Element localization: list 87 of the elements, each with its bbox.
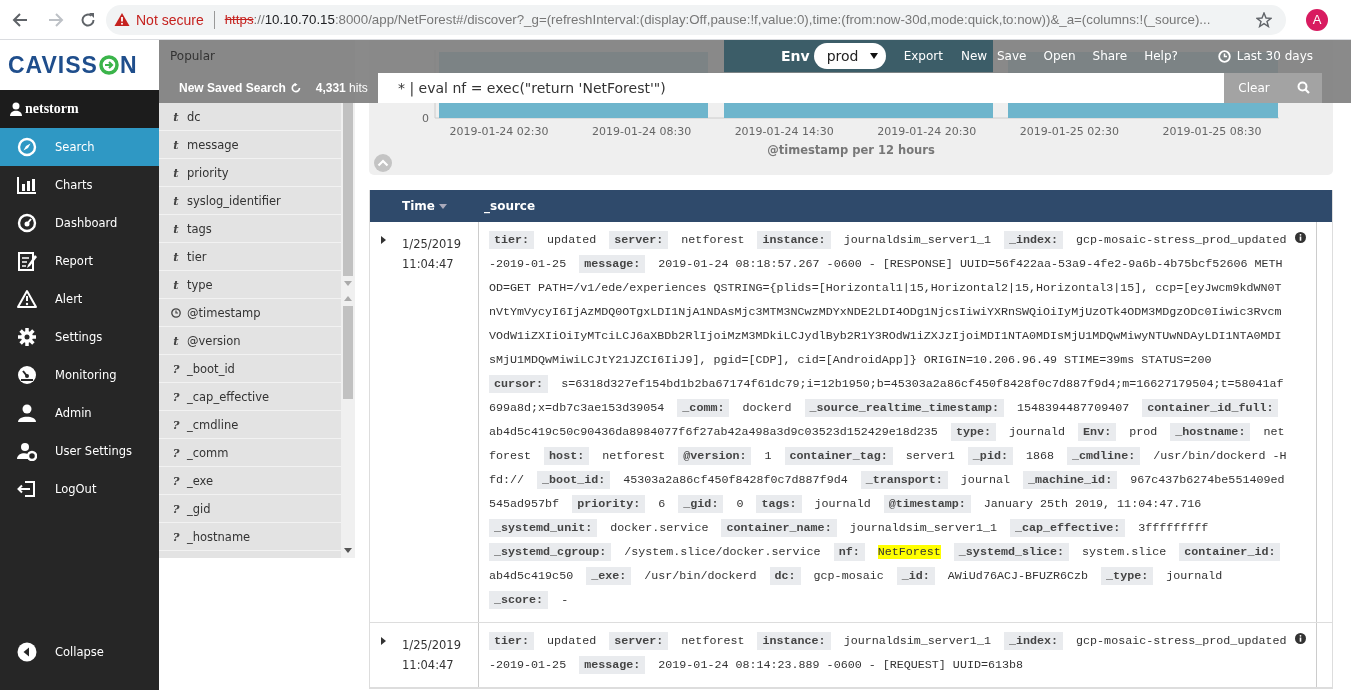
- logo-text: CAVISS: [8, 51, 98, 79]
- time-cell-text: 1/25/2019 11:04:47: [402, 236, 462, 273]
- nav-item[interactable]: Alert: [0, 280, 159, 318]
- notepad-icon: [17, 251, 37, 271]
- nav-item[interactable]: User Settings: [0, 432, 159, 470]
- security-label[interactable]: Not secure: [136, 11, 204, 28]
- collapse-icon: [17, 642, 37, 662]
- column-header[interactable]: _source: [478, 199, 536, 213]
- search-icon: [1296, 81, 1310, 94]
- avatar[interactable]: A: [1306, 8, 1328, 31]
- column-header[interactable]: Time: [370, 199, 478, 213]
- person-gear-icon: [17, 441, 37, 461]
- scroll-down-icon[interactable]: [343, 547, 353, 555]
- reload-icon[interactable]: [80, 11, 96, 28]
- user-name: netstorm: [25, 101, 79, 117]
- warning-icon: [114, 12, 130, 27]
- collapse-button[interactable]: Collapse: [0, 633, 159, 671]
- field-type-label: t: [172, 165, 180, 180]
- toolbar-link[interactable]: Share: [1092, 49, 1128, 63]
- axis-title: @timestamp per 12 hours: [767, 143, 935, 157]
- axis-tick-label: 2019-01-25 02:30: [1019, 125, 1119, 138]
- star-icon[interactable]: [1256, 11, 1272, 28]
- search-button[interactable]: [1284, 72, 1322, 103]
- field-type-label: t: [172, 277, 180, 292]
- env-dropdown[interactable]: prod: [813, 43, 886, 69]
- speedometer-icon: [17, 365, 37, 385]
- env-label: Env: [781, 48, 810, 64]
- nav-item[interactable]: Charts: [0, 166, 159, 204]
- person-icon: [17, 403, 37, 423]
- sort-caret-icon: [438, 203, 447, 209]
- warning-icon: [17, 289, 37, 309]
- gear-icon: [17, 327, 37, 347]
- nav-item[interactable]: Dashboard: [0, 204, 159, 242]
- nav-item[interactable]: LogOut: [0, 470, 159, 508]
- axis-tick-label: 2019-01-24 08:30: [592, 125, 692, 138]
- caret-icon: [869, 53, 878, 59]
- document-source-text: tier: updated server: netforest instance: journaldsim_server1_1 _index: gcp-mosaic-stress_prod_updated-2019-01-25 message: 2019-01-24 08:18:57.267 -0600 - [RESPONSE] UUID=56f422aa-53a9-4fe2-9a6b-4b75bcf52606 METHOD=GET PATH=/v1/ede/experiences QSTRING={plids=[Horizontal1|15,Horizontal2|15,Horizontal3|15], ccp=[eyJwcm9kdWN0TnVtYmVycyI6IjAzMDQ0OTgxLDI1NjA1NDAsMjc3MTM3NCwzMDYxNDE2LDI4ODg1NjcsIiwiYXRnSWQiOiIyMjUzOTk4ODM3MDgzODc0Iiwic3RvcmVOdW1iZXIiOiIyMTciLCJ6aXBDb2RlIjoiMzM3MDkiLCJydlByb2R1Y3ROdW1iZXJzIjoiMDI1NTA0MDIsMjU1MDQwMiwyNTUwNDAyLDI1NTA0MDIsMjU1MDQwMiwiLCJtY21JZCI6IiJ9], pgid=[CDP], cid=[AndroidApp]} ORIGIN=10.206.96.49 STIME=39ms STATUS=200 cursor: s=6318d327ef154bd1b2ba67174f61dc79;i=12b1950;b=45303a2a86cf450f8428f0c7d887f9d4;m=16627179504;t=58041af699a8d;x=db7c3ae153d39054 _comm: dockerd _source_realtime_timestamp: 1548394487709407 container_id_full: ab4d5c419c50c90436da8984077f6f27ab42a498a3d9c03523d152429e18d235 type: journald Env: prod _hostname: netforest host: netforest @version: 1 container_tag: server1 _pid: 1868 _cmdline: /usr/bin/dockerd -H fd:// _boot_id: 45303a2a86cf450f8428f0c7d887f9d4 _transport: journal _machine_id: 967c437b6274be551409ed545ad957bf priority: 6 _gid: 0 tags: journald @timestamp: January 25th 2019, 11:04:47.716 _systemd_unit: docker.service container_name: journaldsim_server1_1 _cap_effective: 3fffffffff _systemd_cgroup: /system.slice/docker.service nf: NetForest _systemd_slice: system.slice container_id: ab4d5c419c50 _exe: /usr/bin/dockerd dc: gcp-mosaic _id: AWiUd76ACJ-BFUZR6Czb _type: journald _score: -: [489, 230, 1287, 611]
- field-type-label: ?: [171, 389, 181, 404]
- bar-chart-icon: [17, 175, 37, 195]
- nav-item[interactable]: Settings: [0, 318, 159, 356]
- hit-count: 4,331 hits: [315, 80, 368, 95]
- field-type-label: t: [172, 221, 180, 236]
- field-type-label: t: [172, 333, 180, 348]
- field-type-label: ?: [171, 445, 181, 460]
- arrow-circle-icon: [98, 55, 119, 75]
- clock-icon: [171, 307, 181, 318]
- compass-icon: [17, 137, 37, 157]
- time-picker[interactable]: Last 30 days: [1217, 49, 1313, 63]
- toolbar-link[interactable]: Save: [997, 49, 1027, 63]
- field-type-label: ?: [171, 501, 181, 516]
- field-group-heading: Popular: [169, 49, 216, 63]
- back-icon[interactable]: [12, 11, 28, 28]
- field-type-label: ?: [171, 529, 181, 544]
- document-source-text: tier: updated server: netforest instance: journaldsim_server1_1 _index: gcp-mosaic-stress_prod_updated-2019-01-25 message: 2019-01-24 08:14:23.889 -0600 - [REQUEST] UUID=613b8: [489, 631, 1287, 676]
- gauge-icon: [17, 213, 37, 233]
- refresh-icon[interactable]: [290, 82, 301, 93]
- saved-search-title: New Saved Search: [179, 80, 286, 95]
- nav-item[interactable]: Monitoring: [0, 356, 159, 394]
- axis-tick-label: 0: [422, 112, 429, 125]
- user-icon: [10, 102, 22, 116]
- toolbar-link[interactable]: Help?: [1144, 49, 1178, 63]
- field-type-label: ?: [171, 361, 181, 376]
- field-type-label: t: [172, 109, 180, 124]
- logo-text: N: [119, 51, 138, 79]
- nav-item[interactable]: Report: [0, 242, 159, 280]
- nav-item[interactable]: Admin: [0, 394, 159, 432]
- url-text[interactable]: https://10.10.70.15:8000/app/NetForest#/discover?_g=(refreshInterval:(display:Off,pause:!f,value:0),time:(from:now-30d,mode:quick,to:now))&_a=(columns:!(_source)...: [224, 12, 1211, 27]
- axis-tick-label: 2019-01-24 14:30: [734, 125, 834, 138]
- expand-caret-icon[interactable]: [380, 236, 386, 244]
- expand-caret-icon[interactable]: [380, 637, 386, 645]
- field-type-label: ?: [171, 473, 181, 488]
- query-input[interactable]: * | eval nf = exec("return 'NetForest'"): [378, 72, 1224, 103]
- clock-icon: [1217, 49, 1231, 63]
- toolbar-link[interactable]: Open: [1043, 49, 1076, 63]
- toolbar-link[interactable]: New: [960, 49, 988, 63]
- axis-tick-label: 2019-01-25 08:30: [1162, 125, 1262, 138]
- field-type-label: ?: [171, 417, 181, 432]
- axis-tick-label: 2019-01-24 02:30: [449, 125, 549, 138]
- info-icon[interactable]: [1295, 232, 1306, 243]
- logout-icon: [17, 479, 37, 499]
- field-type-label: t: [172, 137, 180, 152]
- info-icon[interactable]: [1295, 633, 1306, 644]
- axis-tick-label: 2019-01-24 20:30: [877, 125, 977, 138]
- field-type-label: t: [172, 249, 180, 264]
- toolbar-link[interactable]: Export: [903, 49, 943, 63]
- field-type-label: t: [172, 193, 180, 208]
- time-cell-text: 1/25/2019 11:04:47: [402, 637, 462, 674]
